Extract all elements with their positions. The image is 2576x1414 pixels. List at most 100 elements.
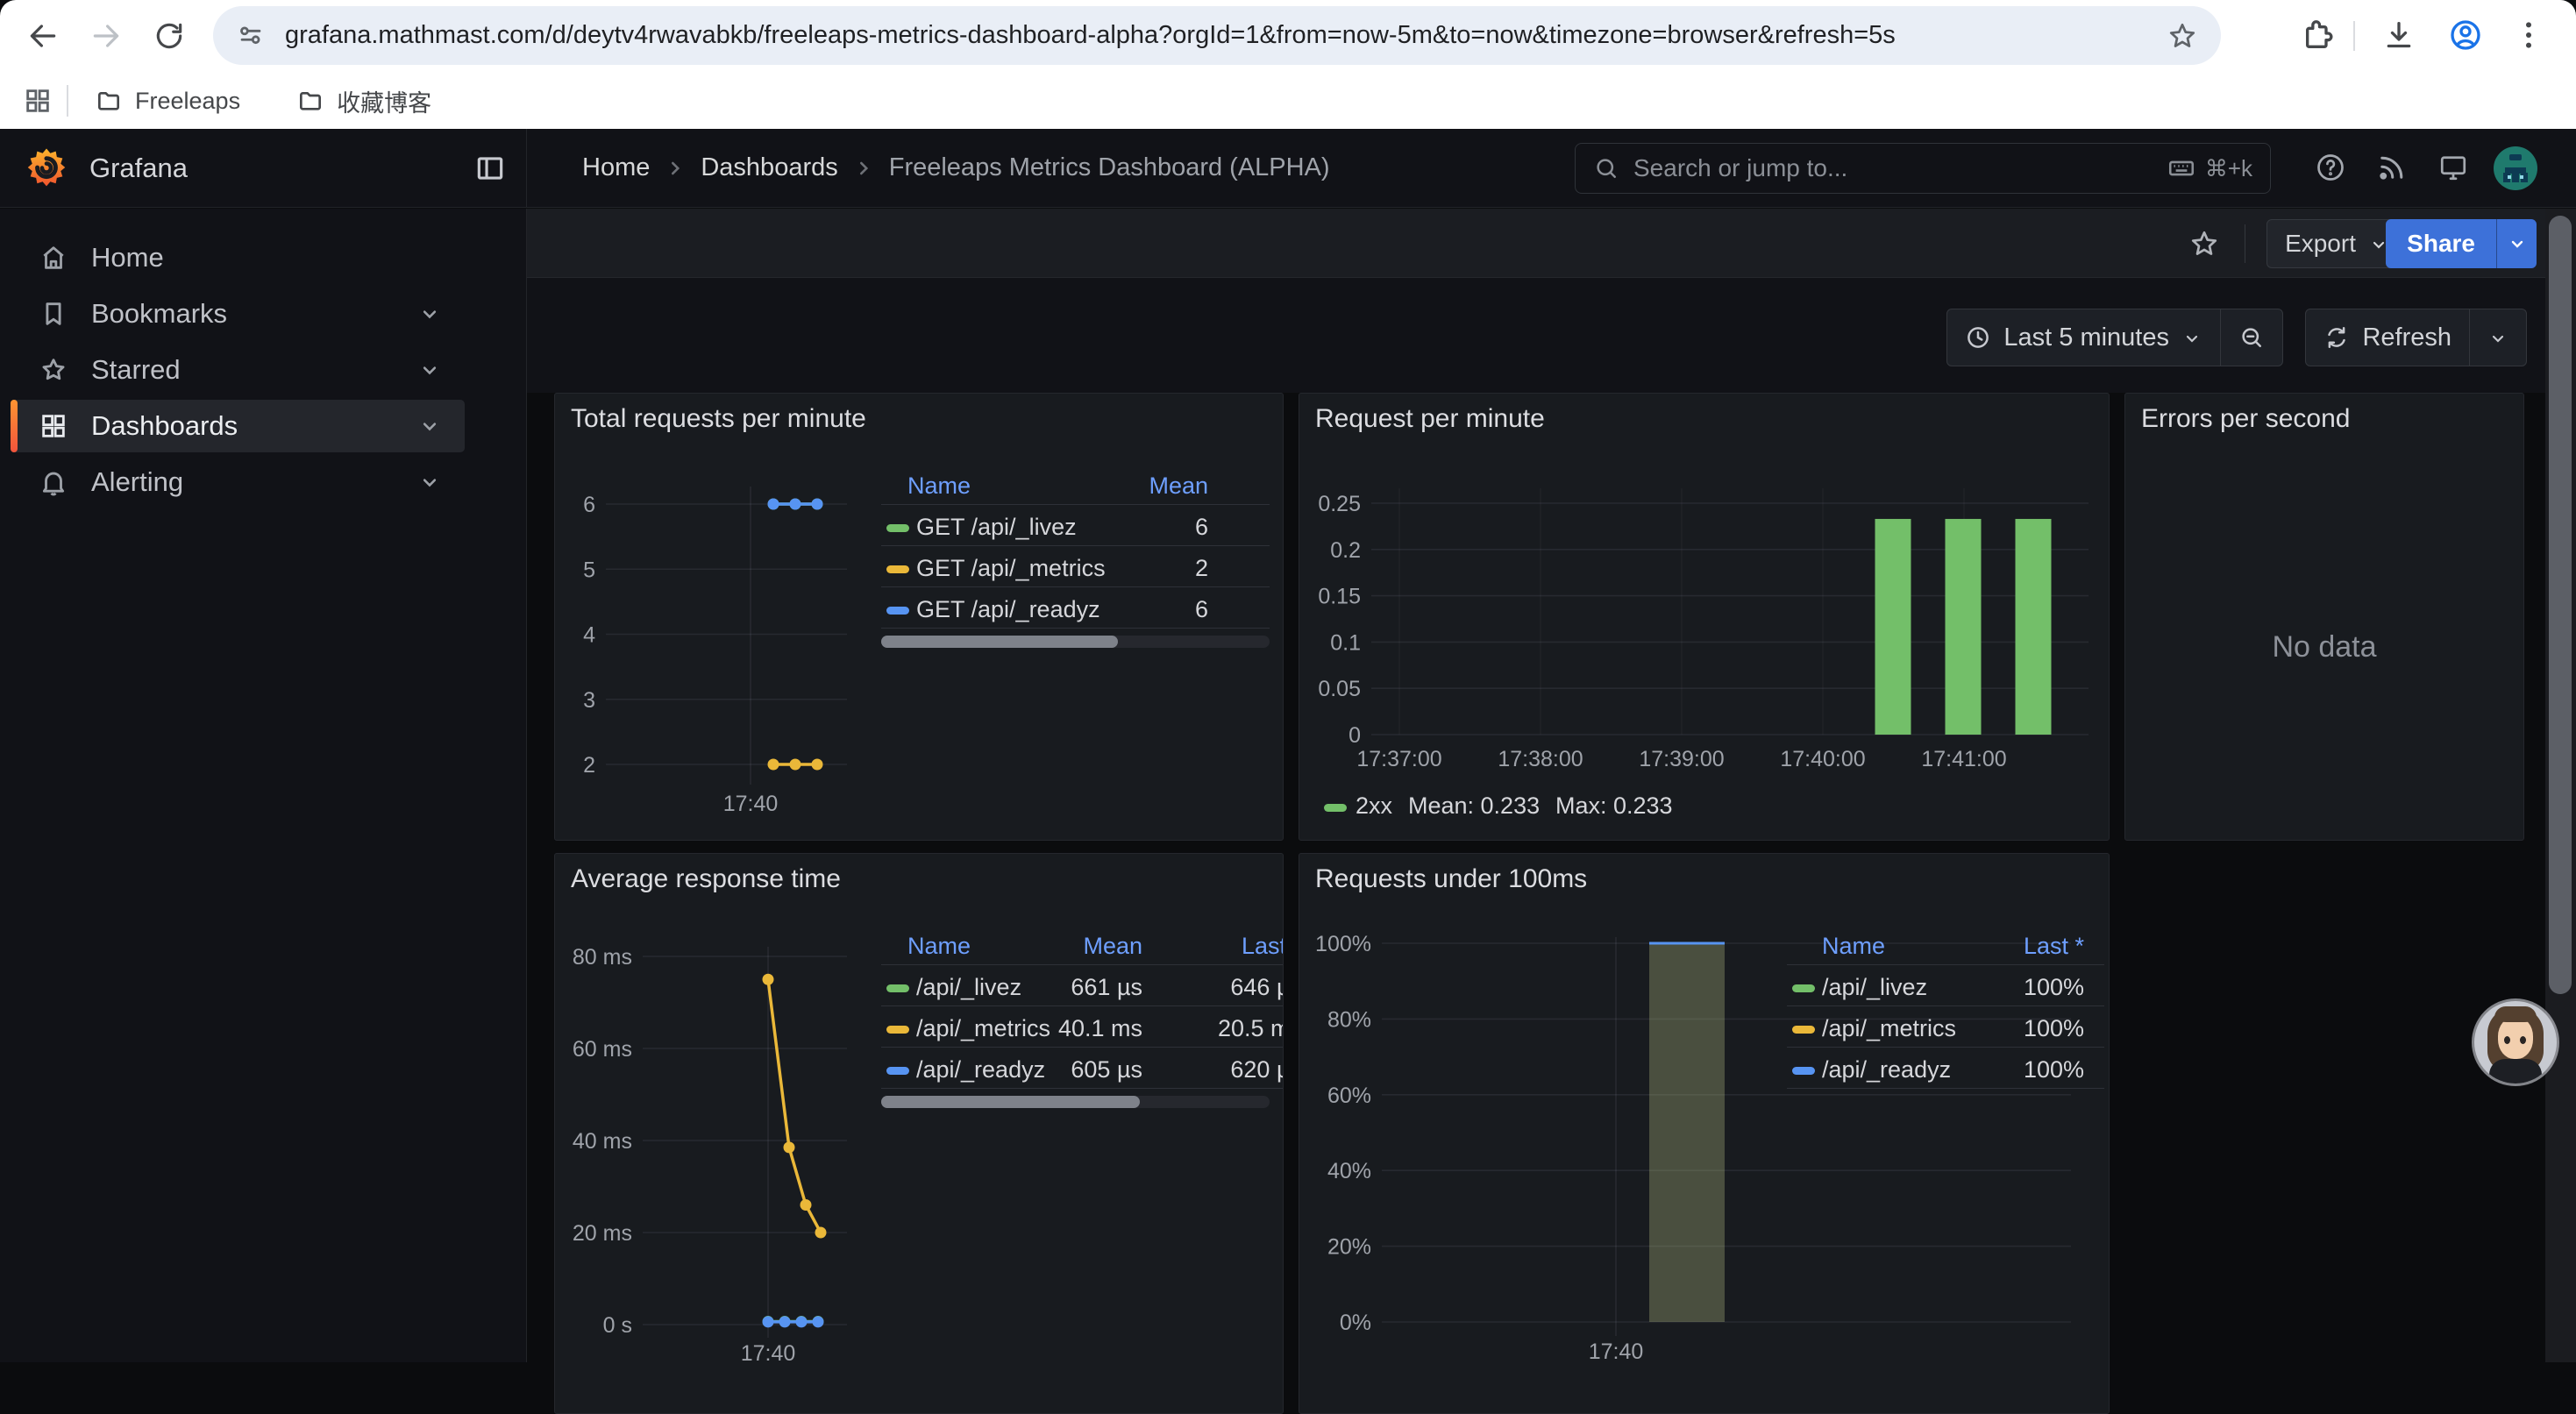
svg-text:0.2: 0.2 <box>1330 538 1361 563</box>
chevron-down-icon[interactable] <box>417 470 442 494</box>
legend-header-mean[interactable]: Mean <box>1046 473 1208 500</box>
legend-header-name[interactable]: Name <box>1822 933 1885 960</box>
bookmark-icon <box>39 299 68 329</box>
download-icon[interactable] <box>2381 18 2416 53</box>
legend-mean-value: 2 <box>1046 555 1208 582</box>
help-icon[interactable] <box>2315 152 2346 183</box>
panel-request-per-minute: Request per minute 00.050.10.150.20.2517… <box>1299 393 2110 841</box>
search-icon <box>1593 155 1619 181</box>
svg-text:0.25: 0.25 <box>1318 492 1361 516</box>
svg-text:60%: 60% <box>1327 1084 1371 1108</box>
user-avatar[interactable] <box>2494 146 2537 190</box>
series-swatch[interactable] <box>1792 1067 1815 1075</box>
profile-icon[interactable] <box>2448 18 2483 53</box>
svg-text:17:40: 17:40 <box>1589 1339 1644 1364</box>
series-swatch[interactable] <box>886 524 909 532</box>
legend-header-mean[interactable]: Mean <box>1028 933 1142 960</box>
svg-text:0%: 0% <box>1340 1311 1371 1335</box>
series-swatch[interactable] <box>1792 1026 1815 1034</box>
zoom-out-button[interactable] <box>2220 309 2282 366</box>
share-button[interactable]: Share <box>2386 219 2496 268</box>
legend-scrollbar-thumb[interactable] <box>881 1096 1140 1108</box>
url-bar[interactable]: grafana.mathmast.com/d/deytv4rwavabkb/fr… <box>213 6 2221 65</box>
series-swatch[interactable] <box>886 565 909 573</box>
chevron-down-icon[interactable] <box>417 358 442 382</box>
breadcrumb-home[interactable]: Home <box>582 153 650 182</box>
bookmarks-divider <box>67 85 68 117</box>
legend-series-name[interactable]: /api/_livez <box>916 974 1021 1001</box>
apps-grid-icon[interactable] <box>23 86 53 116</box>
legend-header-name[interactable]: Name <box>907 933 971 960</box>
svg-text:17:38:00: 17:38:00 <box>1498 747 1583 771</box>
share-menu-button[interactable] <box>2496 219 2537 268</box>
series-swatch[interactable] <box>886 1026 909 1034</box>
svg-text:0: 0 <box>1348 723 1361 748</box>
svg-text:17:40:00: 17:40:00 <box>1780 747 1865 771</box>
svg-text:17:37:00: 17:37:00 <box>1356 747 1441 771</box>
legend-mean-value: 605 µs <box>1028 1056 1142 1084</box>
panel-errors-per-second: Errors per second No data <box>2124 393 2524 841</box>
chevron-down-icon[interactable] <box>417 414 442 438</box>
legend-last-value: 100% <box>1904 974 2084 1001</box>
legend-scrollbar-thumb[interactable] <box>881 636 1118 648</box>
legend-last-value: 100% <box>1904 1056 2084 1084</box>
chevron-down-icon[interactable] <box>417 302 442 326</box>
assistant-avatar[interactable] <box>2474 1001 2557 1084</box>
favorite-star-icon[interactable] <box>2188 228 2220 259</box>
svg-text:40%: 40% <box>1327 1159 1371 1183</box>
svg-text:0 s: 0 s <box>603 1313 632 1338</box>
series-swatch[interactable] <box>886 1067 909 1075</box>
search-shortcut: ⌘+k <box>2167 153 2252 183</box>
series-swatch[interactable] <box>1324 804 1347 812</box>
series-swatch[interactable] <box>886 984 909 992</box>
legend-last-value: 620 µs <box>1169 1056 1284 1084</box>
forward-button[interactable] <box>89 19 123 53</box>
sidebar-item-label: Starred <box>91 354 417 386</box>
site-settings-icon[interactable] <box>236 21 266 51</box>
svg-text:0.15: 0.15 <box>1318 585 1361 609</box>
avatar-art <box>2494 1006 2537 1022</box>
mega-menu-dock-icon[interactable] <box>473 152 507 185</box>
legend-series-name[interactable]: 2xx <box>1356 792 1392 820</box>
chevron-down-icon <box>2487 327 2508 348</box>
grafana-logo-icon[interactable] <box>25 146 68 190</box>
search-input[interactable]: Search or jump to... ⌘+k <box>1575 143 2271 194</box>
refresh-interval-button[interactable] <box>2469 309 2526 366</box>
news-rss-icon[interactable] <box>2376 152 2408 183</box>
sidebar-item-dashboards[interactable]: Dashboards <box>11 400 465 452</box>
legend-header-name[interactable]: Name <box>907 473 971 500</box>
svg-text:2: 2 <box>583 753 595 778</box>
time-range-picker[interactable]: Last 5 minutes <box>1947 309 2220 366</box>
legend-header-last[interactable]: Last * <box>1169 933 1284 960</box>
panel-title[interactable]: Errors per second <box>2141 404 2350 434</box>
bookmark-folder-blogs[interactable]: 收藏博客 <box>296 84 431 118</box>
breadcrumb: Home Dashboards Freeleaps Metrics Dashbo… <box>582 129 1330 207</box>
legend-series-name[interactable]: /api/_readyz <box>916 1056 1045 1084</box>
sidebar-item-label: Home <box>91 242 465 274</box>
url-text[interactable]: grafana.mathmast.com/d/deytv4rwavabkb/fr… <box>285 21 2167 50</box>
series-swatch[interactable] <box>1792 984 1815 992</box>
refresh-button[interactable]: Refresh <box>2306 309 2469 366</box>
page-scrollbar-thumb[interactable] <box>2549 216 2572 994</box>
sidebar-item-starred[interactable]: Starred <box>11 344 465 396</box>
extensions-icon[interactable] <box>2299 18 2334 53</box>
sidebar-item-label: Dashboards <box>91 410 417 442</box>
breadcrumb-dashboards[interactable]: Dashboards <box>701 153 837 182</box>
sidebar-item-home[interactable]: Home <box>11 231 465 284</box>
legend-header-last[interactable]: Last * <box>1904 933 2084 960</box>
back-button[interactable] <box>26 19 60 53</box>
time-controls-bar: Last 5 minutes Refresh <box>527 278 2576 393</box>
chevron-right-icon <box>664 157 687 180</box>
reload-button[interactable] <box>153 19 186 53</box>
breadcrumb-current: Freeleaps Metrics Dashboard (ALPHA) <box>889 153 1330 182</box>
no-data-message: No data <box>2125 630 2523 664</box>
series-swatch[interactable] <box>886 607 909 615</box>
bookmark-label: Freeleaps <box>135 88 240 115</box>
bookmark-star-icon[interactable] <box>2167 20 2198 52</box>
sidebar-item-alerting[interactable]: Alerting <box>11 456 465 508</box>
sidebar-item-bookmarks[interactable]: Bookmarks <box>11 288 465 340</box>
browser-menu-icon[interactable] <box>2511 18 2546 53</box>
bookmark-folder-freeleaps[interactable]: Freeleaps <box>95 87 240 115</box>
panel-total-requests: Total requests per minute 2345617:40 Nam… <box>554 393 1284 841</box>
monitor-icon[interactable] <box>2437 152 2469 183</box>
